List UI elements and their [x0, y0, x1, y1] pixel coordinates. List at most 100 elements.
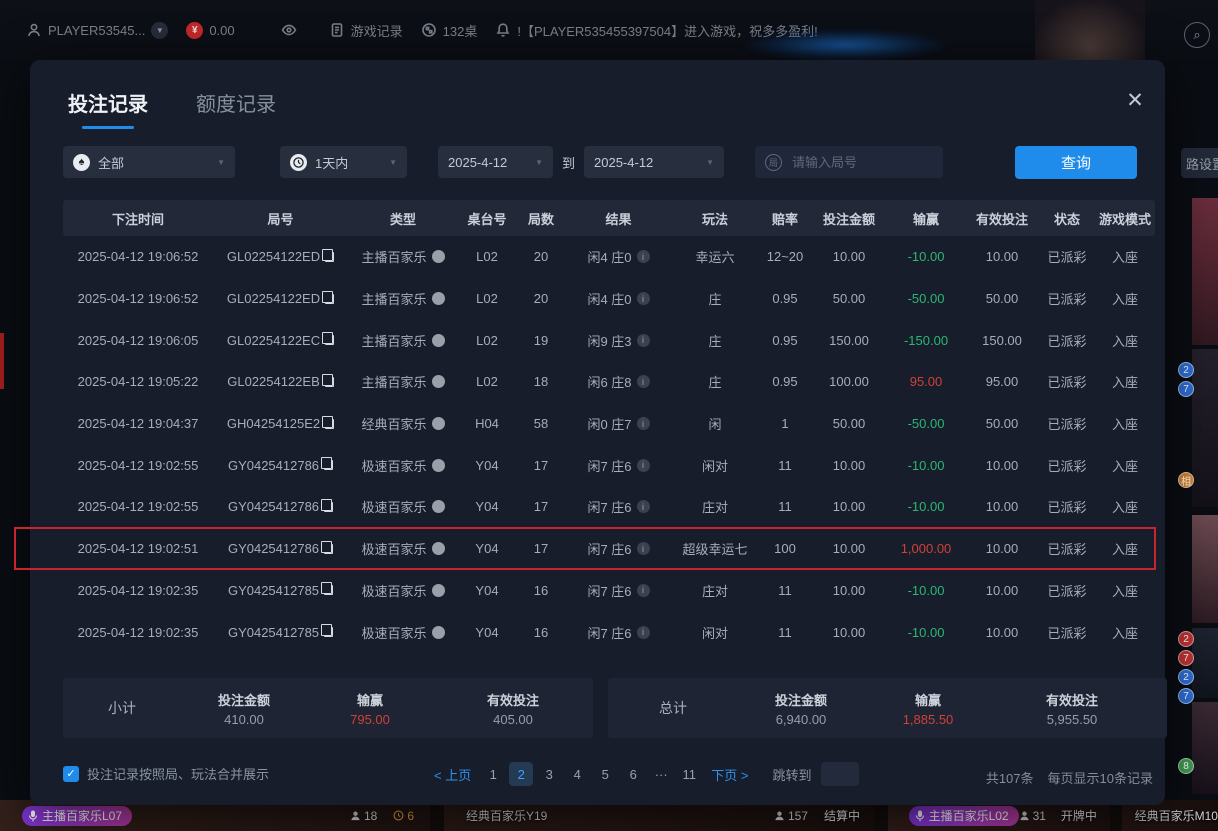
copy-icon[interactable] [325, 377, 334, 387]
cell-table-number: H04 [458, 416, 516, 431]
copy-icon[interactable] [325, 252, 334, 262]
page-button-4[interactable]: 4 [565, 762, 589, 786]
cell-round-id: GY0425412786 [228, 541, 319, 556]
cell-play-type: 闲对 [671, 456, 759, 475]
table-row[interactable]: 2025-04-12 19:04:37 GH04254125E2 经典百家乐 H… [63, 403, 1155, 445]
tile-table-name: 经典百家乐Y19 [466, 807, 547, 824]
column-header: 游戏模式 [1095, 209, 1155, 228]
side-badge[interactable]: 8 [1178, 758, 1194, 774]
cell-game-type: 极速百家乐 [361, 497, 426, 516]
page-button-3[interactable]: 3 [537, 762, 561, 786]
road-settings-label: 路设置 [1186, 154, 1218, 173]
copy-icon[interactable] [325, 294, 334, 304]
round-search-input[interactable] [790, 154, 910, 171]
side-badge[interactable]: 2 [1178, 631, 1194, 647]
cell-valid-bet: 10.00 [965, 249, 1039, 264]
time-range-select[interactable]: 1天内 ▼ [280, 146, 407, 178]
table-row[interactable]: 2025-04-12 19:02:55 GY0425412786 极速百家乐 Y… [63, 444, 1155, 486]
jump-to-input[interactable] [821, 762, 859, 786]
info-icon[interactable]: i [637, 542, 650, 555]
cell-result: 闲6 庄8 [587, 372, 631, 391]
game-record-button[interactable]: 游戏记录 [329, 21, 403, 40]
info-icon[interactable]: i [637, 626, 650, 639]
video-thumbnail[interactable] [1192, 628, 1218, 698]
info-icon[interactable]: i [637, 375, 650, 388]
chevron-down-icon[interactable]: ▼ [151, 22, 168, 39]
cell-game-number: 20 [516, 291, 566, 306]
copy-icon[interactable] [324, 627, 333, 637]
copy-icon[interactable] [324, 502, 333, 512]
side-badge[interactable]: 7 [1178, 650, 1194, 666]
tables-button[interactable]: 132桌 [421, 21, 478, 40]
pages-ellipsis: ··· [649, 762, 673, 786]
table-row[interactable]: 2025-04-12 19:06:52 GL02254122ED 主播百家乐 L… [63, 236, 1155, 278]
side-badge[interactable]: 相 [1178, 472, 1194, 488]
cell-valid-bet: 10.00 [965, 499, 1039, 514]
column-header: 有效投注 [965, 209, 1039, 228]
video-thumbnail[interactable] [1192, 349, 1218, 507]
date-to-value: 2025-4-12 [594, 155, 653, 170]
cell-round-id: GH04254125E2 [227, 416, 320, 431]
info-icon[interactable]: i [637, 584, 650, 597]
time-range-value: 1天内 [315, 153, 348, 172]
tab-quota-records[interactable]: 额度记录 [196, 88, 276, 129]
cell-table-number: Y04 [458, 625, 516, 640]
side-badge[interactable]: 2 [1178, 669, 1194, 685]
road-settings-button[interactable]: 路设置 [1181, 148, 1218, 178]
page-button-6[interactable]: 6 [621, 762, 645, 786]
next-page-button[interactable]: 下页 > [705, 765, 754, 784]
info-icon[interactable]: i [637, 417, 650, 430]
table-row[interactable]: 2025-04-12 19:05:22 GL02254122EB 主播百家乐 L… [63, 361, 1155, 403]
total-records-label: 共107条 [986, 768, 1034, 787]
page-button-1[interactable]: 1 [481, 762, 505, 786]
user-menu[interactable]: PLAYER53545... ▼ [26, 22, 168, 39]
copy-icon[interactable] [325, 335, 334, 345]
table-row[interactable]: 2025-04-12 19:06:52 GL02254122ED 主播百家乐 L… [63, 278, 1155, 320]
page-button-11[interactable]: 11 [677, 762, 701, 786]
pagination: < 上页123456···11下页 >跳转到 [428, 762, 859, 786]
copy-icon[interactable] [324, 544, 333, 554]
cell-result: 闲7 庄6 [587, 456, 631, 475]
game-type-icon [432, 292, 445, 305]
info-icon[interactable]: i [637, 250, 650, 263]
merge-checkbox[interactable]: ✓ [63, 766, 79, 782]
balance-display[interactable]: ¥ 0.00 [186, 22, 234, 39]
side-badge[interactable]: 7 [1178, 381, 1194, 397]
close-icon[interactable]: ✕ [1121, 86, 1149, 114]
video-thumbnail[interactable] [1192, 515, 1218, 623]
cell-game-type: 主播百家乐 [361, 289, 426, 308]
table-row[interactable]: 2025-04-12 19:02:35 GY0425412785 极速百家乐 Y… [63, 611, 1155, 653]
copy-icon[interactable] [325, 419, 334, 429]
prev-page-button[interactable]: < 上页 [428, 765, 477, 784]
date-to-picker[interactable]: 2025-4-12 ▼ [584, 146, 724, 178]
video-thumbnail[interactable] [1192, 198, 1218, 345]
table-row[interactable]: 2025-04-12 19:02:51 GY0425412786 极速百家乐 Y… [63, 528, 1155, 570]
page-button-2[interactable]: 2 [509, 762, 533, 786]
info-icon[interactable]: i [637, 459, 650, 472]
info-icon[interactable]: i [637, 334, 650, 347]
game-type-select[interactable]: ♠ 全部 ▼ [63, 146, 235, 178]
service-icon[interactable]: ⌕ [1184, 22, 1210, 48]
total-bet-label: 投注金额 [738, 690, 864, 709]
table-body: 2025-04-12 19:06:52 GL02254122ED 主播百家乐 L… [63, 236, 1155, 653]
search-button[interactable]: 查询 [1015, 146, 1137, 179]
video-thumbnail[interactable] [1192, 702, 1218, 794]
info-icon[interactable]: i [637, 500, 650, 513]
tab-betting-records[interactable]: 投注记录 [68, 88, 148, 129]
cell-game-number: 17 [516, 499, 566, 514]
copy-icon[interactable] [324, 585, 333, 595]
cell-game-mode: 入座 [1095, 414, 1155, 433]
side-badge[interactable]: 7 [1178, 688, 1194, 704]
info-icon[interactable]: i [637, 292, 650, 305]
hide-balance-button[interactable] [281, 22, 297, 38]
cell-round-id: GY0425412786 [228, 499, 319, 514]
side-badge[interactable]: 2 [1178, 362, 1194, 378]
page-button-5[interactable]: 5 [593, 762, 617, 786]
table-row[interactable]: 2025-04-12 19:02:35 GY0425412785 极速百家乐 Y… [63, 570, 1155, 612]
table-row[interactable]: 2025-04-12 19:06:05 GL02254122EC 主播百家乐 L… [63, 319, 1155, 361]
cell-win-loss: -150.00 [887, 333, 965, 348]
table-row[interactable]: 2025-04-12 19:02:55 GY0425412786 极速百家乐 Y… [63, 486, 1155, 528]
copy-icon[interactable] [324, 460, 333, 470]
cell-win-loss: 1,000.00 [887, 541, 965, 556]
date-from-picker[interactable]: 2025-4-12 ▼ [438, 146, 553, 178]
